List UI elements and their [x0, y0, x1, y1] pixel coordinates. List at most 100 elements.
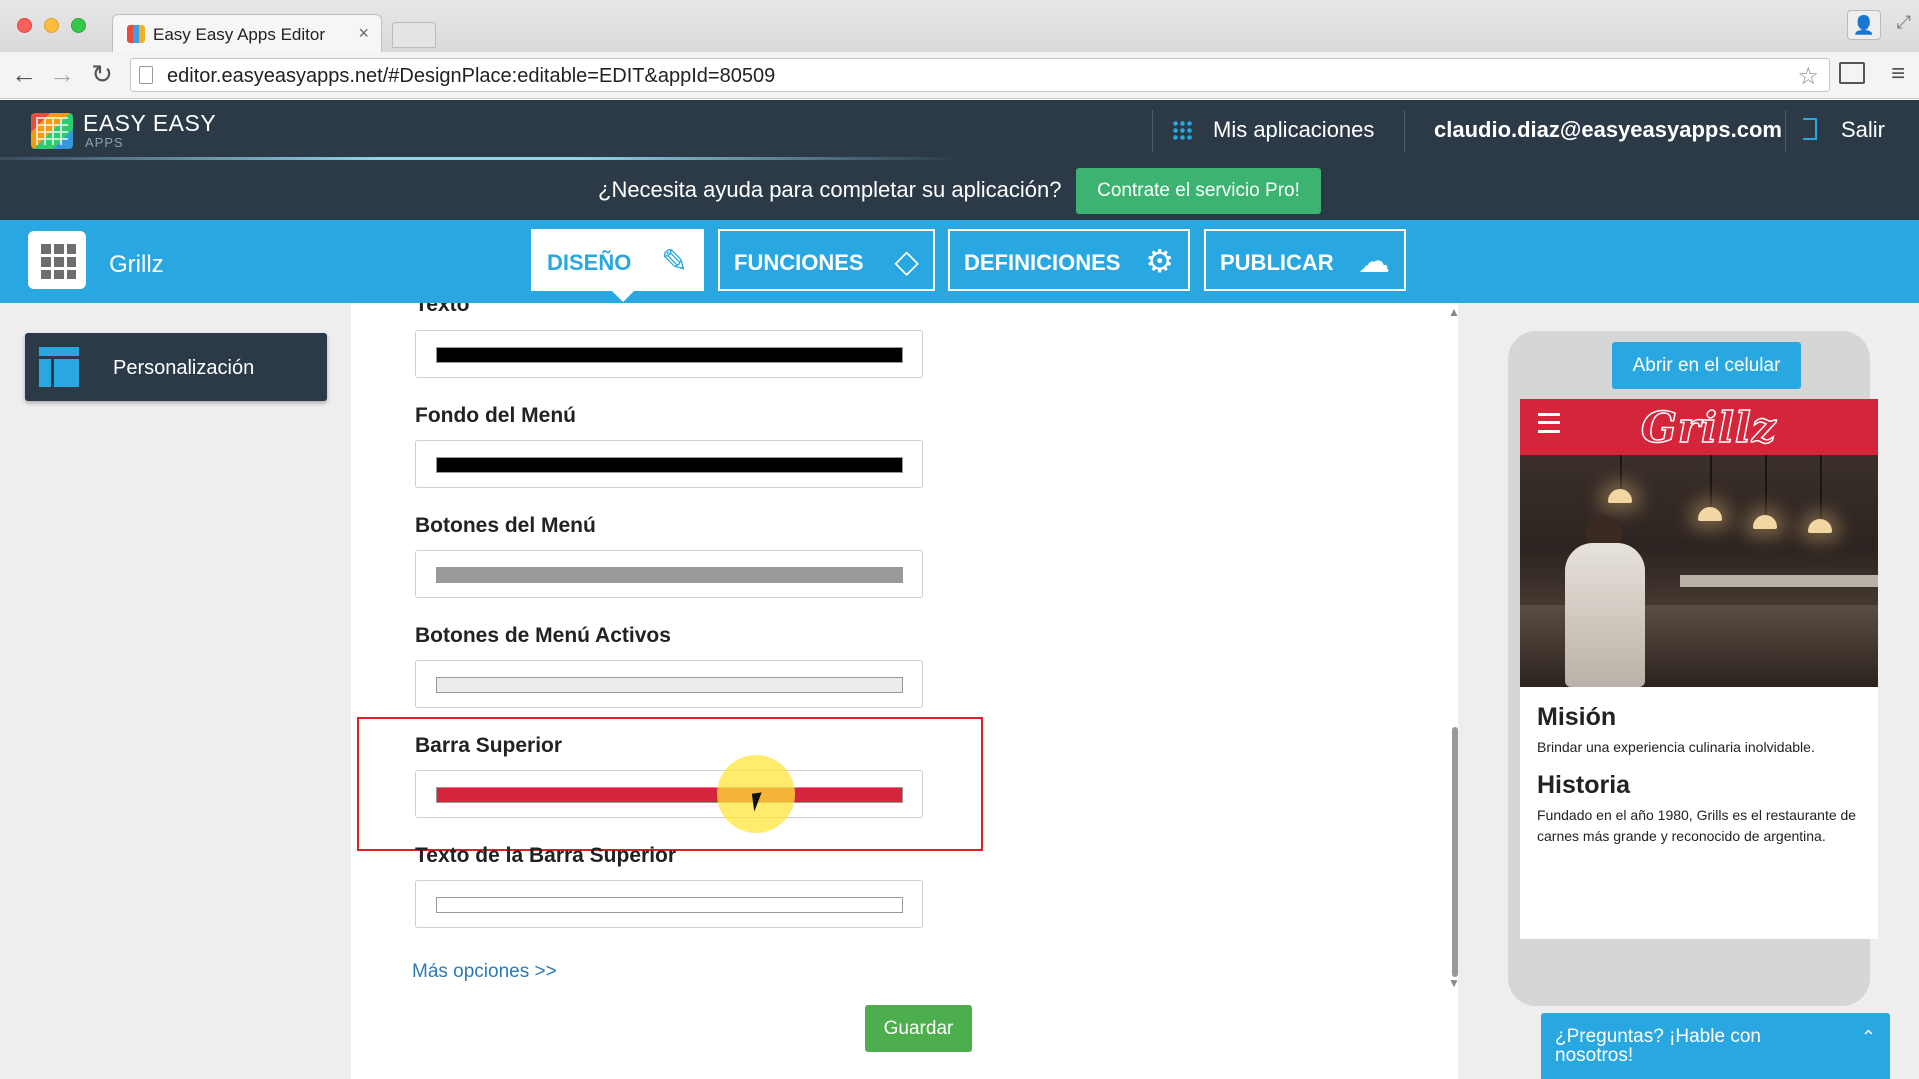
- scroll-down-arrow-icon[interactable]: ▼: [1448, 976, 1458, 990]
- favicon-icon: [127, 25, 145, 43]
- zoom-window-button[interactable]: [71, 18, 86, 33]
- lamp-cord: [1820, 455, 1822, 519]
- color-picker-fondo-menu[interactable]: [415, 440, 923, 488]
- phone-frame: Abrir en el celular Grillz Misión Brinda…: [1508, 331, 1878, 1006]
- project-grid-icon: [38, 241, 76, 279]
- tab-funciones[interactable]: FUNCIONES ◇: [718, 229, 935, 291]
- page-icon: [139, 66, 153, 84]
- color-picker-barra-superior[interactable]: [415, 770, 923, 818]
- profile-icon[interactable]: 👤: [1847, 10, 1881, 40]
- browser-toolbar: ← → ↻ editor.easyeasyapps.net/#DesignPla…: [0, 52, 1919, 99]
- field-label-barra-superior: Barra Superior: [415, 734, 563, 757]
- section-title: Misión: [1537, 703, 1617, 731]
- paintbrush-icon: ✎: [661, 243, 688, 279]
- kitchen-shelf: [1680, 575, 1878, 587]
- tab-label: DEFINICIONES: [964, 250, 1121, 275]
- lamp-cord: [1620, 455, 1622, 489]
- apps-grid-icon[interactable]: [1172, 120, 1192, 140]
- forward-icon[interactable]: →: [46, 58, 78, 90]
- cast-icon[interactable]: [1839, 62, 1865, 84]
- tab-label: PUBLICAR: [1220, 250, 1334, 275]
- sidebar-item-personalizacion[interactable]: Personalización: [25, 333, 327, 401]
- save-button[interactable]: Guardar: [865, 1005, 972, 1052]
- lamp-cord: [1765, 455, 1767, 515]
- browser-tab[interactable]: Easy Easy Apps Editor ×: [112, 14, 382, 52]
- kitchen-photo: [1520, 455, 1878, 687]
- tab-label: DISEÑO: [547, 250, 632, 275]
- preview-brand-logo: Grillz: [1640, 402, 1777, 453]
- header-divider: [1152, 110, 1153, 152]
- pro-service-button[interactable]: Contrate el servicio Pro!: [1076, 168, 1321, 214]
- layout-icon: [39, 347, 79, 387]
- more-options-link[interactable]: Más opciones >>: [412, 961, 557, 983]
- field-label-texto: Texto: [415, 303, 470, 316]
- chat-widget[interactable]: ¿Preguntas? ¡Hable con nosotros! ⌃: [1541, 1013, 1890, 1079]
- open-on-phone-button[interactable]: Abrir en el celular: [1612, 342, 1801, 389]
- gear-icon: ⚙: [1145, 243, 1174, 279]
- preview-topbar: Grillz: [1520, 399, 1878, 455]
- lamp: [1753, 515, 1777, 529]
- color-swatch: [436, 677, 903, 693]
- puzzle-icon: ◇: [894, 243, 919, 279]
- section-text: Brindar una experiencia culinaria inolvi…: [1537, 739, 1815, 755]
- section-title: Historia: [1537, 771, 1631, 799]
- url-text[interactable]: editor.easyeasyapps.net/#DesignPlace:edi…: [167, 65, 775, 88]
- tab-label: FUNCIONES: [734, 250, 864, 275]
- phone-screen: Grillz Misión Brindar una experiencia cu…: [1520, 399, 1878, 939]
- reload-icon[interactable]: ↻: [86, 58, 118, 90]
- header-divider: [1404, 110, 1405, 152]
- preview-panel: Abrir en el celular Grillz Misión Brinda…: [1458, 303, 1919, 1079]
- new-tab-button[interactable]: [392, 22, 436, 48]
- back-icon[interactable]: ←: [8, 58, 40, 90]
- tab-publicar[interactable]: PUBLICAR ☁: [1204, 229, 1406, 291]
- bookmark-star-icon[interactable]: ☆: [1797, 62, 1819, 91]
- sidebar: Personalización: [0, 303, 351, 1079]
- my-apps-link[interactable]: Mis aplicaciones: [1213, 117, 1374, 143]
- logout-icon[interactable]: [1803, 118, 1817, 140]
- lamp: [1608, 489, 1632, 503]
- fullscreen-icon[interactable]: ⤢: [1897, 12, 1911, 33]
- color-picker-texto[interactable]: [415, 330, 923, 378]
- lamp: [1808, 519, 1832, 533]
- color-picker-texto-barra[interactable]: [415, 880, 923, 928]
- chef-body: [1565, 543, 1645, 687]
- color-swatch: [436, 457, 903, 473]
- color-swatch: [436, 347, 903, 363]
- chevron-up-icon[interactable]: ⌃: [1861, 1027, 1876, 1048]
- color-picker-botones-menu[interactable]: [415, 550, 923, 598]
- help-text: ¿Necesita ayuda para completar su aplica…: [598, 177, 1062, 202]
- loading-progress-bar: [0, 157, 960, 160]
- tab-close-icon[interactable]: ×: [358, 23, 369, 44]
- logout-link[interactable]: Salir: [1841, 117, 1885, 143]
- tab-diseno[interactable]: DISEÑO ✎: [531, 229, 704, 302]
- color-picker-botones-activos[interactable]: [415, 660, 923, 708]
- field-label-texto-barra: Texto de la Barra Superior: [415, 844, 677, 867]
- close-window-button[interactable]: [17, 18, 32, 33]
- user-email[interactable]: claudio.diaz@easyeasyapps.com: [1434, 117, 1782, 143]
- minimize-window-button[interactable]: [44, 18, 59, 33]
- project-name: Grillz: [109, 251, 164, 278]
- scroll-up-arrow-icon[interactable]: ▲: [1448, 305, 1458, 319]
- browser-menu-icon[interactable]: ≡: [1891, 60, 1905, 88]
- main-nav: Grillz DISEÑO ✎ FUNCIONES ◇ DEFINICIONES…: [0, 220, 1919, 303]
- field-label-fondo-menu: Fondo del Menú: [415, 404, 576, 427]
- brand-sub: APPS: [85, 135, 124, 150]
- preview-content: Misión Brindar una experiencia culinaria…: [1520, 687, 1878, 939]
- hamburger-menu-icon[interactable]: [1538, 413, 1560, 433]
- color-swatch: [436, 897, 903, 913]
- browser-titlebar: Easy Easy Apps Editor × 👤 ⤢: [0, 0, 1919, 52]
- tab-definiciones[interactable]: DEFINICIONES ⚙: [948, 229, 1190, 291]
- address-bar[interactable]: editor.easyeasyapps.net/#DesignPlace:edi…: [130, 58, 1830, 92]
- chat-text: ¿Preguntas? ¡Hable con nosotros!: [1555, 1026, 1761, 1066]
- tab-title: Easy Easy Apps Editor: [153, 25, 325, 44]
- color-swatch: [436, 787, 903, 803]
- field-label-botones-menu: Botones del Menú: [415, 514, 596, 537]
- brand-logo-grid: [36, 117, 68, 145]
- lamp: [1698, 507, 1722, 521]
- color-swatch: [436, 567, 903, 583]
- cloud-upload-icon: ☁: [1358, 243, 1390, 279]
- brand-name[interactable]: EASY EASY: [83, 110, 216, 137]
- sidebar-item-label: Personalización: [113, 357, 255, 379]
- section-text: Fundado en el año 1980, Grills es el res…: [1537, 807, 1857, 844]
- design-form: Texto Fondo del Menú Botones del Menú Bo…: [351, 303, 1458, 1079]
